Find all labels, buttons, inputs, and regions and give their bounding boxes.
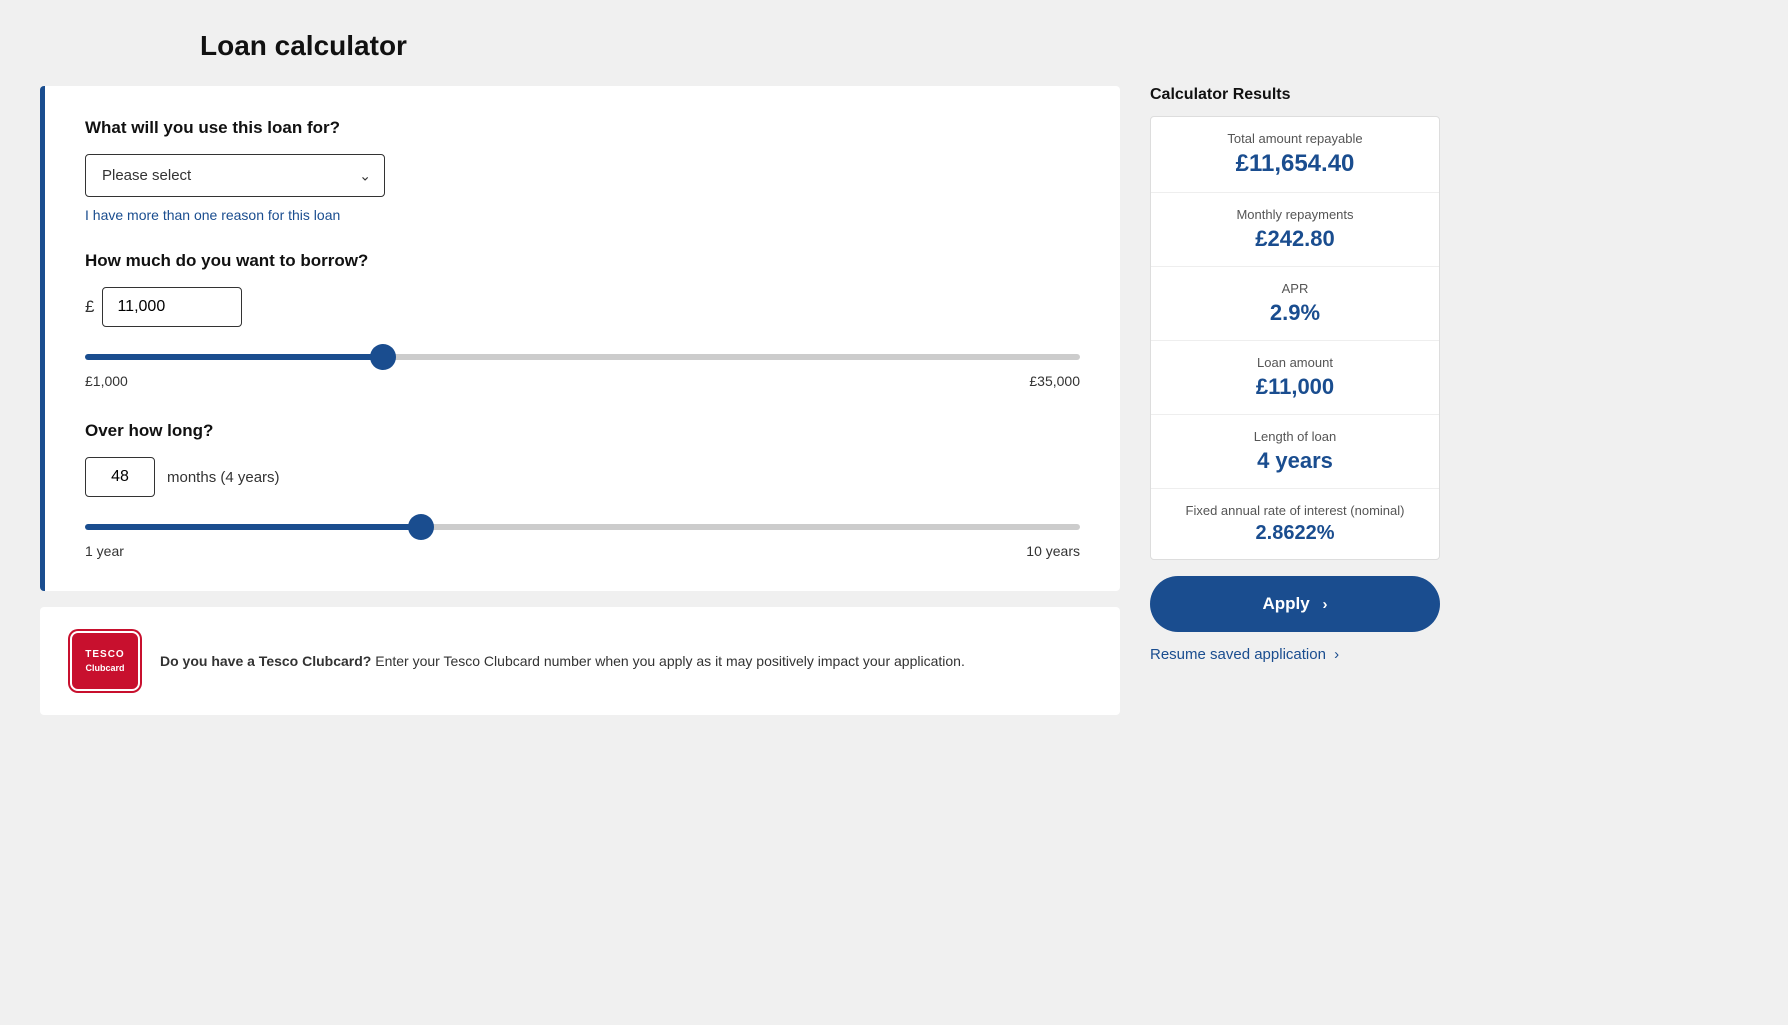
left-panel: What will you use this loan for? Please … (40, 86, 1120, 715)
resume-saved-application-link[interactable]: Resume saved application › (1150, 646, 1440, 663)
clubcard-label-text: Clubcard (85, 662, 124, 675)
clubcard-normal-text: Enter your Tesco Clubcard number when yo… (375, 653, 965, 669)
duration-input-row: months (4 years) (85, 457, 1080, 497)
result-label-rate: Fixed annual rate of interest (nominal) (1171, 503, 1419, 518)
duration-slider[interactable] (85, 524, 1080, 530)
amount-input-row: £ (85, 287, 1080, 327)
result-row-loan-amount: Loan amount £11,000 (1151, 341, 1439, 415)
resume-label: Resume saved application (1150, 646, 1326, 663)
loan-purpose-select[interactable]: Please select Home improvements Car Holi… (85, 154, 385, 197)
loan-purpose-select-wrapper: Please select Home improvements Car Holi… (85, 154, 385, 197)
result-value-rate: 2.8622% (1171, 522, 1419, 545)
borrow-max-label: £35,000 (1029, 373, 1080, 389)
page-title: Loan calculator (200, 30, 1748, 62)
result-label-monthly: Monthly repayments (1171, 207, 1419, 222)
borrow-section: How much do you want to borrow? £ £1,000… (85, 251, 1080, 389)
result-value-length: 4 years (1171, 448, 1419, 474)
clubcard-description: Do you have a Tesco Clubcard? Enter your… (160, 651, 965, 672)
result-row-length: Length of loan 4 years (1151, 415, 1439, 489)
result-label-length: Length of loan (1171, 429, 1419, 444)
duration-months-label: months (4 years) (167, 469, 280, 486)
result-row-monthly: Monthly repayments £242.80 (1151, 193, 1439, 267)
apply-label: Apply (1263, 594, 1310, 613)
multiple-reasons-link[interactable]: I have more than one reason for this loa… (85, 207, 1080, 223)
apply-arrow-icon: › (1322, 596, 1327, 613)
duration-months-input[interactable] (85, 457, 155, 497)
result-label-apr: APR (1171, 281, 1419, 296)
result-row-rate: Fixed annual rate of interest (nominal) … (1151, 489, 1439, 559)
apply-button[interactable]: Apply › (1150, 576, 1440, 632)
borrow-amount-slider[interactable] (85, 354, 1080, 360)
results-card: Total amount repayable £11,654.40 Monthl… (1150, 116, 1440, 560)
duration-slider-labels: 1 year 10 years (85, 543, 1080, 559)
borrow-title: How much do you want to borrow? (85, 251, 1080, 271)
duration-max-label: 10 years (1026, 543, 1080, 559)
clubcard-logo: TESCO Clubcard (70, 631, 140, 691)
resume-arrow-icon: › (1334, 646, 1339, 663)
loan-form-card: What will you use this loan for? Please … (40, 86, 1120, 591)
result-value-monthly: £242.80 (1171, 226, 1419, 252)
duration-min-label: 1 year (85, 543, 124, 559)
result-label-loan-amount: Loan amount (1171, 355, 1419, 370)
loan-purpose-section: What will you use this loan for? Please … (85, 118, 1080, 223)
result-row-apr: APR 2.9% (1151, 267, 1439, 341)
result-value-loan-amount: £11,000 (1171, 374, 1419, 400)
duration-title: Over how long? (85, 421, 1080, 441)
result-value-total: £11,654.40 (1171, 150, 1419, 178)
result-value-apr: 2.9% (1171, 300, 1419, 326)
clubcard-bold-text: Do you have a Tesco Clubcard? (160, 653, 371, 669)
main-layout: What will you use this loan for? Please … (40, 86, 1440, 715)
clubcard-banner: TESCO Clubcard Do you have a Tesco Clubc… (40, 607, 1120, 715)
borrow-min-label: £1,000 (85, 373, 128, 389)
pound-symbol: £ (85, 297, 94, 317)
borrow-slider-labels: £1,000 £35,000 (85, 373, 1080, 389)
clubcard-tesco-text: TESCO (85, 648, 124, 662)
result-label-total: Total amount repayable (1171, 131, 1419, 146)
loan-purpose-title: What will you use this loan for? (85, 118, 1080, 138)
right-panel: Calculator Results Total amount repayabl… (1150, 86, 1440, 663)
borrow-amount-input[interactable] (102, 287, 242, 327)
result-row-total: Total amount repayable £11,654.40 (1151, 117, 1439, 193)
duration-section: Over how long? months (4 years) 1 year 1… (85, 421, 1080, 559)
borrow-slider-container (85, 347, 1080, 365)
results-title: Calculator Results (1150, 86, 1440, 104)
duration-slider-container (85, 517, 1080, 535)
